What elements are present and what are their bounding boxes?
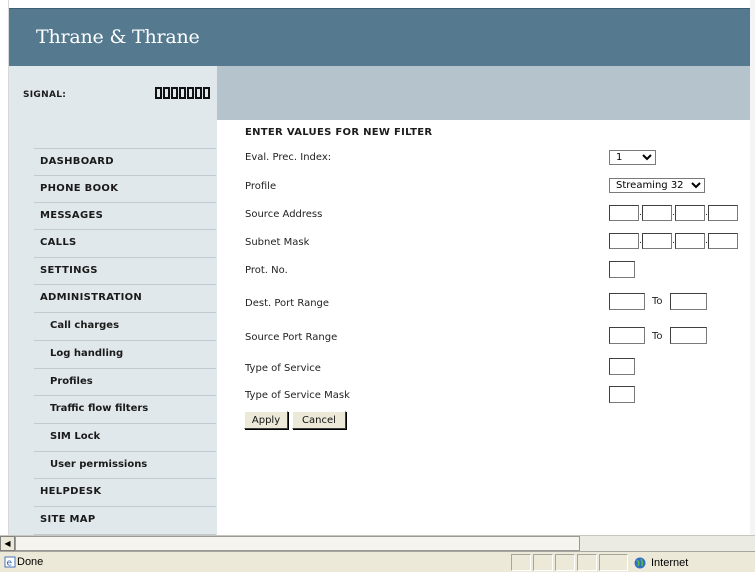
sidebar-item-settings[interactable]: SETTINGS xyxy=(34,257,216,284)
sidebar-item-label: CALLS xyxy=(40,237,77,248)
tos-mask-label: Type of Service Mask xyxy=(245,390,350,401)
status-cell xyxy=(511,554,531,571)
sidebar-item-administration[interactable]: ADMINISTRATION xyxy=(34,284,216,311)
sidebar-item-call-charges[interactable]: Call charges xyxy=(34,312,216,339)
subnet-mask-label: Subnet Mask xyxy=(245,237,310,248)
sidebar-item-calls[interactable]: CALLS xyxy=(34,229,216,256)
window-left-edge xyxy=(0,0,9,535)
svg-text:e: e xyxy=(7,559,13,569)
scroll-left-icon[interactable]: ◀ xyxy=(0,536,15,551)
source-address-input: . . . xyxy=(609,205,738,221)
signal-bar-block xyxy=(155,87,162,99)
sidebar-item-user-permissions[interactable]: User permissions xyxy=(34,451,216,478)
subnet-mask-octet-2[interactable] xyxy=(642,233,672,249)
subnet-mask-octet-1[interactable] xyxy=(609,233,639,249)
source-address-octet-4[interactable] xyxy=(708,205,738,221)
prot-no-input[interactable] xyxy=(609,261,635,278)
profile-select[interactable]: Streaming 32 xyxy=(609,178,705,193)
sidebar-item-site-map[interactable]: SITE MAP xyxy=(34,506,216,533)
status-cell xyxy=(533,554,553,571)
sidebar-item-profiles[interactable]: Profiles xyxy=(34,368,216,395)
signal-bar-block xyxy=(187,87,194,99)
company-logo: Thrane & Thrane xyxy=(36,26,200,48)
horizontal-scrollbar[interactable]: ◀ xyxy=(0,535,755,551)
sidebar-item-label: Log handling xyxy=(50,348,124,359)
signal-meter xyxy=(155,87,210,99)
dest-port-from-input[interactable] xyxy=(609,293,645,310)
status-text: Done xyxy=(17,556,44,568)
sidebar-nav: DASHBOARD PHONE BOOK MESSAGES CALLS SETTINGS… xyxy=(9,120,217,535)
zone-text: Internet xyxy=(651,556,689,569)
signal-label: SIGNAL: xyxy=(23,90,67,100)
dest-port-to-label: To xyxy=(652,296,663,307)
signal-bar-block xyxy=(179,87,186,99)
signal-bar-block xyxy=(163,87,170,99)
sidebar-item-label: ADMINISTRATION xyxy=(40,292,143,303)
signal-panel: SIGNAL: xyxy=(9,66,217,120)
cancel-button[interactable]: Cancel xyxy=(292,411,346,429)
sidebar-item-log-handling[interactable]: Log handling xyxy=(34,340,216,367)
sidebar-item-traffic-flow-filters[interactable]: Traffic flow filters xyxy=(34,395,216,422)
sidebar-item-dashboard[interactable]: DASHBOARD xyxy=(34,148,216,175)
signal-bar-block xyxy=(195,87,202,99)
source-address-octet-1[interactable] xyxy=(609,205,639,221)
tos-label: Type of Service xyxy=(245,363,321,374)
signal-bar-block xyxy=(171,87,178,99)
eval-index-label: Eval. Prec. Index: xyxy=(245,152,332,163)
header-banner: Thrane & Thrane xyxy=(9,8,750,66)
subnet-mask-octet-4[interactable] xyxy=(708,233,738,249)
globe-icon xyxy=(634,557,646,568)
browser-statusbar: e Done Internet xyxy=(0,551,755,572)
tos-mask-input[interactable] xyxy=(609,386,635,403)
tos-input[interactable] xyxy=(609,358,635,375)
form-title: ENTER VALUES FOR NEW FILTER xyxy=(245,127,433,138)
source-port-to-input[interactable] xyxy=(670,327,707,344)
source-port-range-label: Source Port Range xyxy=(245,332,338,343)
sidebar-item-label: DASHBOARD xyxy=(40,156,114,167)
sidebar-item-label: MESSAGES xyxy=(40,210,104,221)
sidebar-item-sim-lock[interactable]: SIM Lock xyxy=(34,423,216,450)
source-port-from-input[interactable] xyxy=(609,327,645,344)
filter-form: ENTER VALUES FOR NEW FILTER Eval. Prec. … xyxy=(217,120,750,535)
security-zone: Internet xyxy=(630,554,755,571)
source-port-to-label: To xyxy=(652,331,663,342)
apply-button[interactable]: Apply xyxy=(244,411,288,429)
source-address-octet-3[interactable] xyxy=(675,205,705,221)
sidebar-item-phone-book[interactable]: PHONE BOOK xyxy=(34,175,216,202)
status-cell xyxy=(577,554,597,571)
profile-label: Profile xyxy=(245,181,277,192)
source-address-label: Source Address xyxy=(245,209,323,220)
sidebar-item-label: SIM Lock xyxy=(50,431,101,442)
status-cell xyxy=(555,554,575,571)
subnet-mask-input: . . . xyxy=(609,233,738,249)
sidebar-item-label: SITE MAP xyxy=(40,514,96,525)
sidebar-item-label: User permissions xyxy=(50,459,148,470)
status-cell xyxy=(599,554,628,571)
dest-port-range-label: Dest. Port Range xyxy=(245,298,330,309)
signal-bar-block xyxy=(203,87,210,99)
dest-port-to-input[interactable] xyxy=(670,293,707,310)
window-right-edge xyxy=(750,0,755,535)
sidebar-item-label: SETTINGS xyxy=(40,265,98,276)
page-icon: e xyxy=(4,556,16,568)
sidebar-item-messages[interactable]: MESSAGES xyxy=(34,202,216,229)
sidebar-item-label: HELPDESK xyxy=(40,486,102,497)
prot-no-label: Prot. No. xyxy=(245,265,288,276)
signal-strip: SIGNAL: xyxy=(9,66,750,120)
scroll-thumb[interactable] xyxy=(15,536,580,551)
sidebar-item-label: Traffic flow filters xyxy=(50,403,149,414)
sidebar-item-helpdesk[interactable]: HELPDESK xyxy=(34,478,216,505)
subnet-mask-octet-3[interactable] xyxy=(675,233,705,249)
sidebar-item-label: Profiles xyxy=(50,376,93,387)
eval-index-select[interactable]: 1 xyxy=(609,150,656,165)
sidebar-item-label: PHONE BOOK xyxy=(40,183,119,194)
source-address-octet-2[interactable] xyxy=(642,205,672,221)
sidebar-item-label: Call charges xyxy=(50,320,120,331)
